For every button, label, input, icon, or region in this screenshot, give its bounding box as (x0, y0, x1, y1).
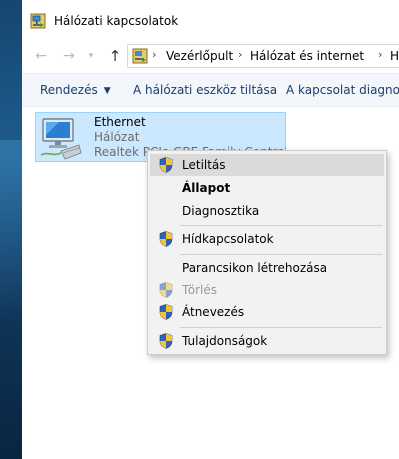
menu-item-disable[interactable]: Letiltás (150, 154, 384, 176)
context-menu: Letiltás Állapot Diagnosztika Hídkapcsol… (147, 150, 387, 355)
menu-label: Átnevezés (182, 305, 245, 319)
up-arrow-icon[interactable]: ↑ (106, 47, 124, 65)
navigation-bar: ← → ▾ ↑ › Vezérlőpult › Hálózat és inter… (22, 40, 399, 72)
recent-chevron-down-icon[interactable]: ▾ (82, 47, 100, 65)
menu-label: Parancsikon létrehozása (182, 261, 328, 275)
menu-item-rename[interactable]: Átnevezés (150, 301, 384, 323)
menu-separator (180, 327, 382, 328)
menu-label: Törlés (182, 283, 218, 297)
network-connections-icon (30, 13, 46, 29)
menu-label: Diagnosztika (182, 204, 260, 218)
explorer-window: Hálózati kapcsolatok ← → ▾ ↑ › Vezérlőpu… (22, 0, 399, 459)
address-bar[interactable]: › Vezérlőpult › Hálózat és internet › Há… (127, 44, 399, 68)
menu-separator (180, 254, 382, 255)
breadcrumb-network-internet[interactable]: Hálózat és internet (250, 49, 364, 63)
connection-name: Ethernet (94, 115, 146, 129)
breadcrumb-network-connections[interactable]: Hálóz (390, 49, 399, 63)
breadcrumb-separator-icon: › (152, 48, 157, 61)
breadcrumb-separator-icon: › (378, 48, 383, 61)
organize-label: Rendezés (40, 83, 98, 97)
forward-arrow-icon[interactable]: → (60, 47, 78, 65)
menu-item-status[interactable]: Állapot (150, 177, 384, 199)
disable-device-button[interactable]: A hálózati eszköz tiltása (133, 83, 277, 97)
menu-label: Tulajdonságok (182, 334, 268, 348)
menu-item-bridge[interactable]: Hídkapcsolatok (150, 228, 384, 250)
connection-status: Hálózat (94, 130, 140, 144)
window-title: Hálózati kapcsolatok (54, 14, 179, 28)
breadcrumb-separator-icon: › (238, 48, 243, 61)
control-panel-icon (132, 48, 148, 64)
uac-shield-icon (159, 304, 173, 320)
menu-item-delete[interactable]: Törlés (150, 279, 384, 301)
uac-shield-icon (159, 231, 173, 247)
title-bar: Hálózati kapcsolatok (22, 0, 399, 40)
chevron-down-icon: ▼ (103, 86, 111, 96)
menu-label: Állapot (182, 181, 231, 195)
uac-shield-icon (159, 157, 173, 173)
organize-button[interactable]: Rendezés ▼ (40, 83, 111, 97)
menu-item-create-shortcut[interactable]: Parancsikon létrehozása (150, 257, 384, 279)
back-arrow-icon[interactable]: ← (32, 47, 50, 65)
menu-item-diagnose[interactable]: Diagnosztika (150, 200, 384, 222)
menu-label: Hídkapcsolatok (182, 232, 274, 246)
uac-shield-icon (159, 282, 173, 298)
breadcrumb-control-panel[interactable]: Vezérlőpult (166, 49, 233, 63)
command-bar: Rendezés ▼ A hálózati eszköz tiltása A ka… (22, 73, 399, 107)
menu-separator (180, 225, 382, 226)
uac-shield-icon (159, 333, 173, 349)
diagnose-connection-button[interactable]: A kapcsolat diagnoszt (286, 83, 399, 97)
desktop-background (0, 0, 22, 459)
menu-label: Letiltás (182, 158, 226, 172)
menu-item-properties[interactable]: Tulajdonságok (150, 330, 384, 352)
network-adapter-icon (40, 118, 82, 160)
